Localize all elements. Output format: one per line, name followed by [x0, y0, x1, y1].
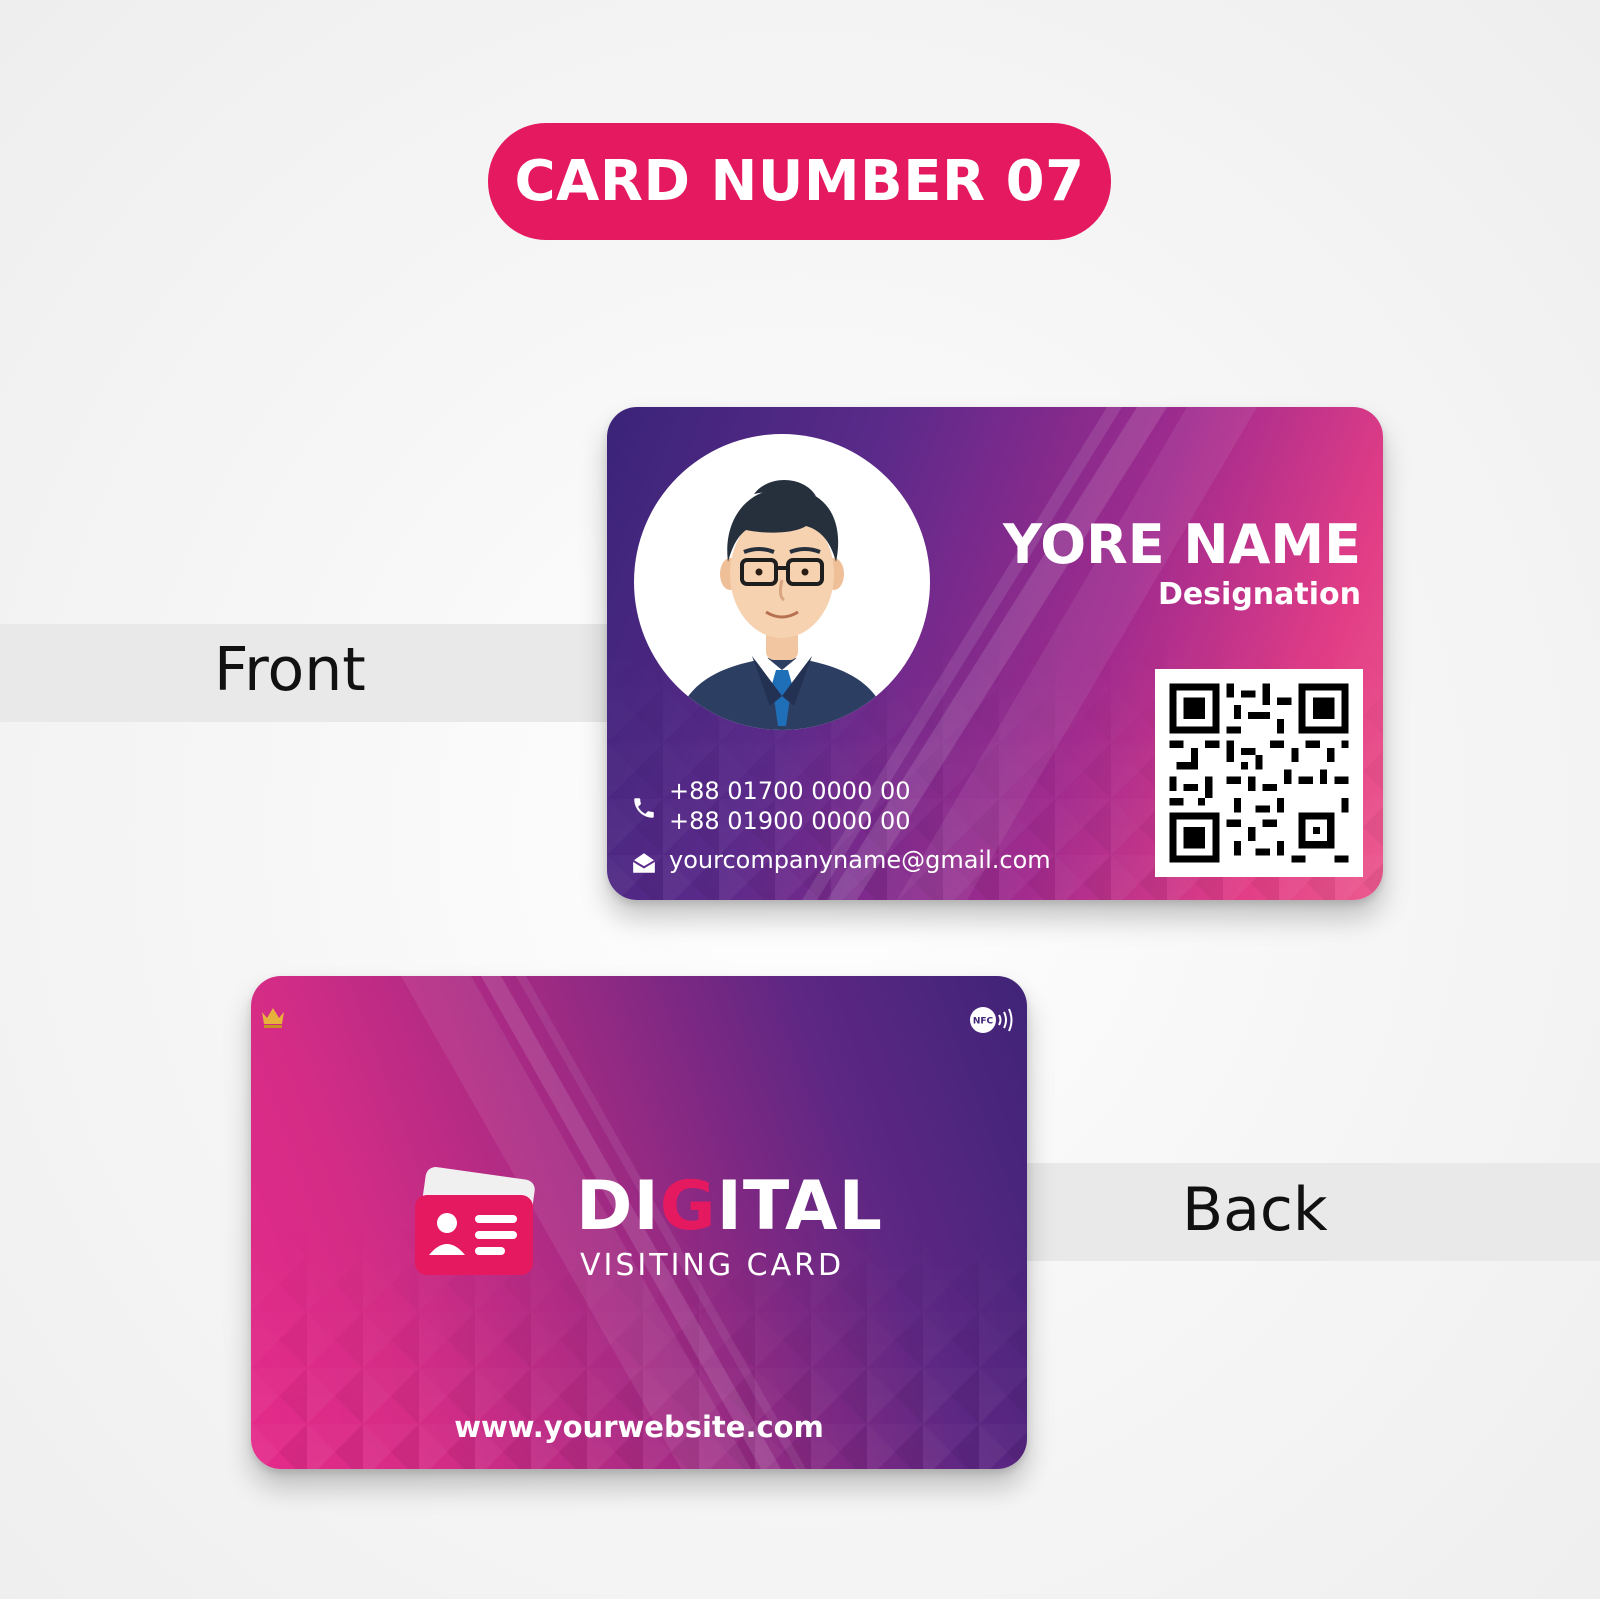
logo-word-suffix: ITAL	[716, 1167, 883, 1246]
id-card-logo	[415, 1167, 535, 1275]
phone-icon	[634, 798, 654, 818]
card-holder-name: YORE NAME	[1003, 513, 1361, 576]
nfc-icon: NFC	[970, 1007, 1013, 1033]
email-address: yourcompanyname@gmail.com	[669, 846, 1051, 874]
front-card: YORE NAME Designation +88 01700 0000 00 …	[607, 407, 1383, 900]
logo-wordmark: DIGITAL	[576, 1173, 883, 1241]
website-url: www.yourwebsite.com	[454, 1410, 824, 1444]
back-card: NFC DIGITAL VISITING CARD www.yourwebsit…	[251, 976, 1027, 1469]
logo-word-prefix: DI	[576, 1167, 660, 1246]
avatar	[634, 434, 930, 730]
back-label: Back	[1182, 1175, 1328, 1245]
title-badge: CARD NUMBER 07	[488, 123, 1111, 240]
phone-number-2: +88 01900 0000 00	[669, 807, 911, 835]
phone-number-1: +88 01700 0000 00	[669, 777, 911, 805]
front-label: Front	[214, 635, 366, 705]
logo-subtitle: VISITING CARD	[580, 1248, 845, 1283]
crown-icon	[262, 1008, 284, 1028]
svg-text:NFC: NFC	[973, 1017, 994, 1027]
qr-code	[1155, 669, 1363, 877]
logo-word-accent: G	[659, 1167, 717, 1246]
card-holder-designation: Designation	[1157, 577, 1361, 612]
mail-icon	[632, 853, 656, 873]
page-title: CARD NUMBER 07	[514, 149, 1085, 214]
